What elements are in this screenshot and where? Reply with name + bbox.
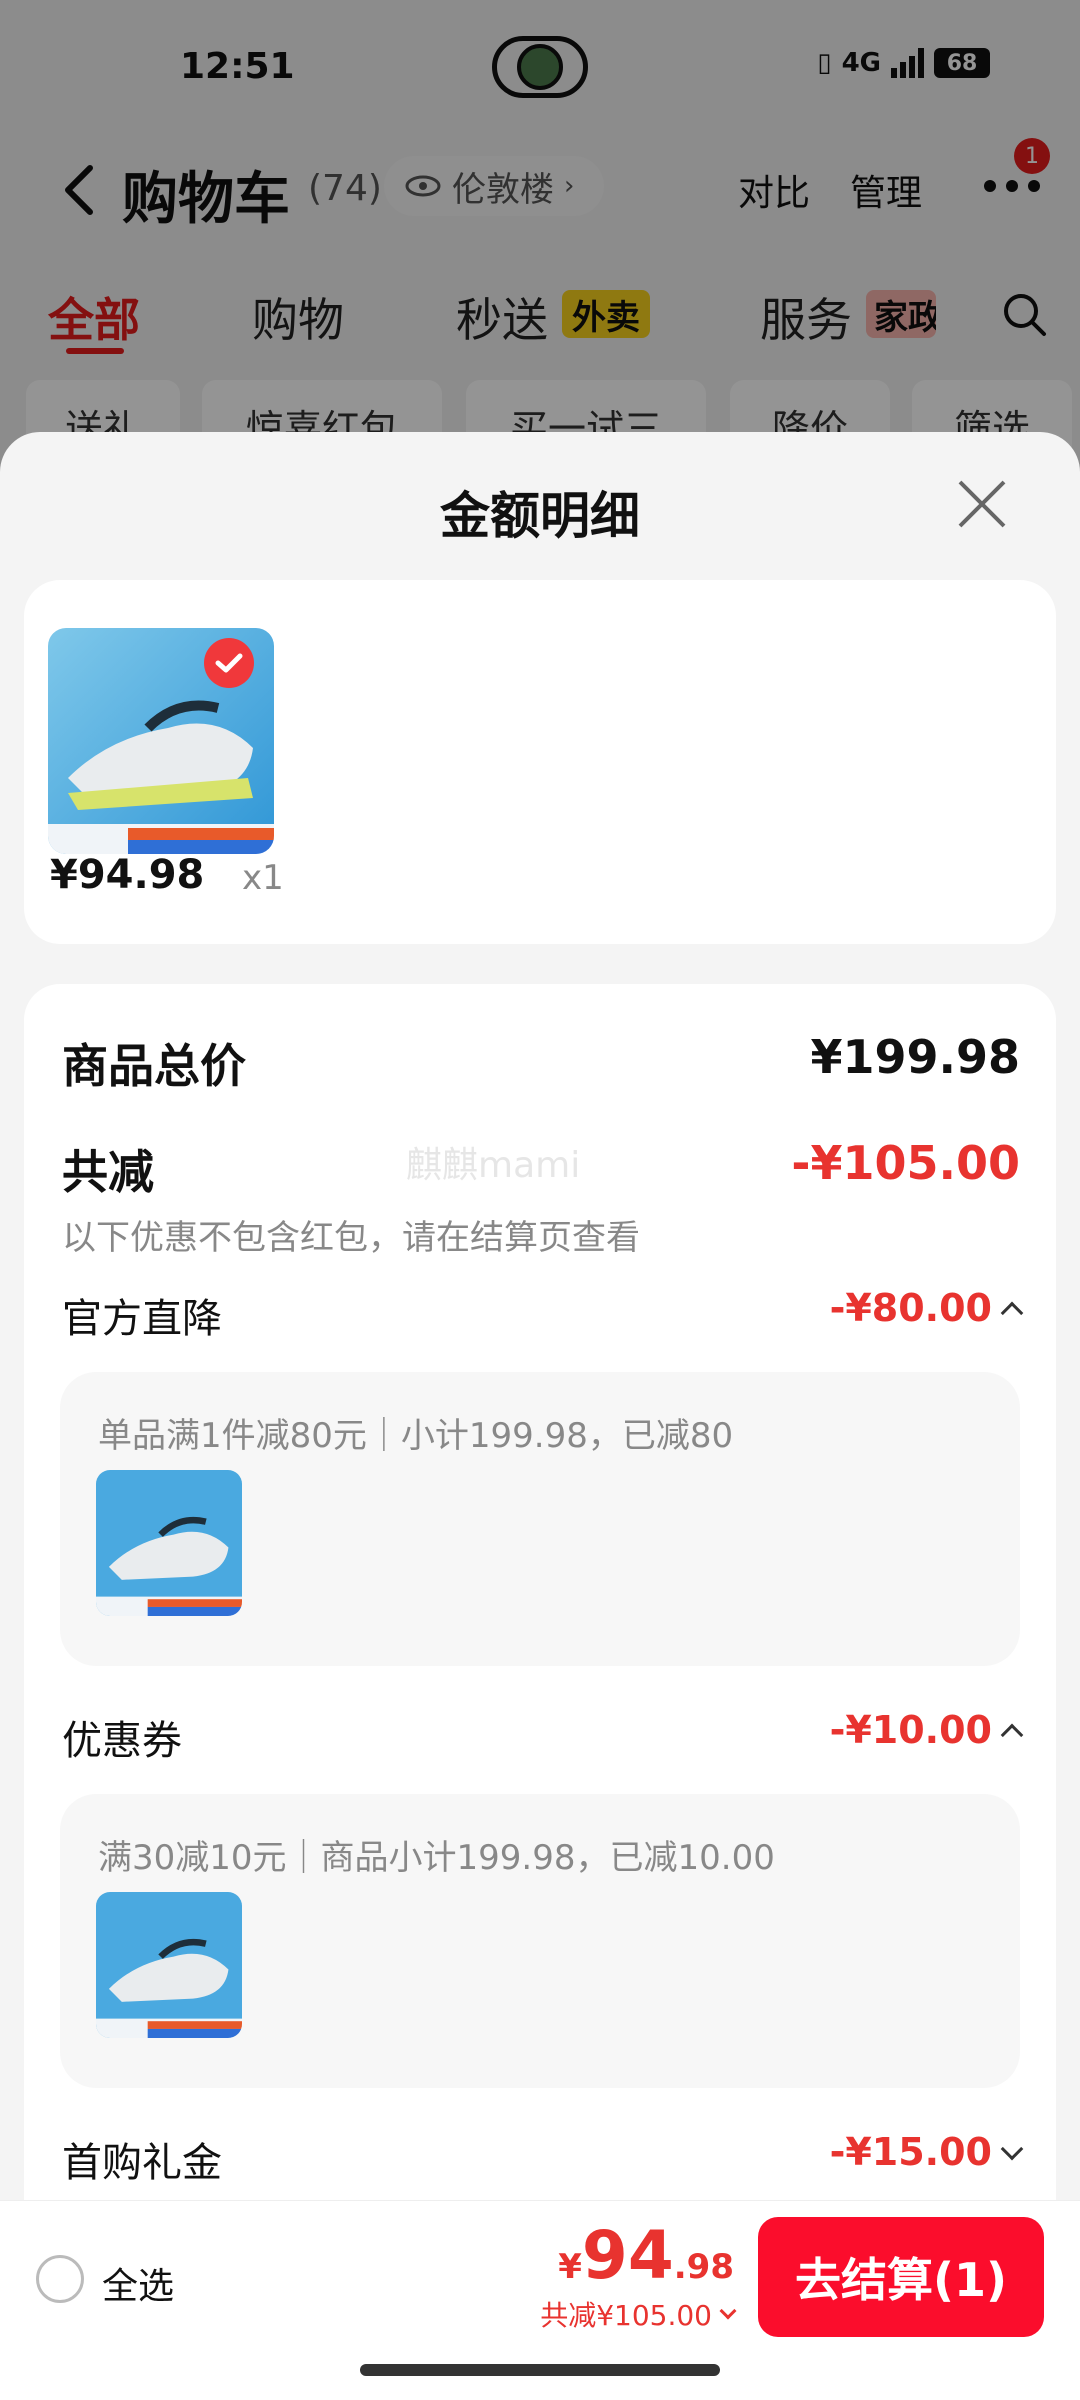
price-breakdown-card: 商品总价 ¥199.98 麒麒mami 共减 -¥105.00 以下优惠不包含红…: [24, 984, 1056, 2400]
coupon-toggle[interactable]: -¥10.00: [829, 1708, 1024, 1752]
total-saved-text: 共减¥105.00: [540, 2299, 712, 2332]
official-discount-text: 单品满1件减80元｜小计199.98，已减80: [98, 1416, 734, 1456]
total-reduction-value: -¥105.00: [791, 1136, 1020, 1190]
first-purchase-value: -¥15.00: [829, 2130, 992, 2174]
shoe-thumbnail: [96, 1892, 242, 2038]
coupon-value: -¥10.00: [829, 1708, 992, 1752]
select-all-label[interactable]: 全选: [102, 2257, 174, 2309]
coupon-label[interactable]: 优惠券: [62, 1708, 182, 1766]
chevron-up-icon: [1000, 1723, 1024, 1747]
close-icon[interactable]: [954, 476, 1010, 532]
checkout-button[interactable]: 去结算(1): [758, 2217, 1044, 2337]
total-price-label: 商品总价: [62, 1039, 246, 1093]
modal-backdrop[interactable]: [0, 0, 1080, 470]
amount-detail-sheet: 金额明细 ¥94.98 x1 商品总价 ¥199.98 麒麒mami 共减 -¥…: [0, 432, 1080, 2400]
official-discount-toggle[interactable]: -¥80.00: [829, 1286, 1024, 1330]
total-summary[interactable]: ¥94.98 共减¥105.00: [540, 2217, 737, 2334]
discount-note: 以下优惠不包含红包，请在结算页查看: [62, 1218, 640, 1258]
total-price-value: ¥199.98: [810, 1030, 1020, 1084]
sheet-title: 金额明细: [440, 487, 640, 545]
official-discount-label[interactable]: 官方直降: [62, 1286, 222, 1344]
chevron-down-icon: [719, 2302, 737, 2320]
price-decimal: .98: [673, 2247, 734, 2287]
product-quantity: x1: [242, 858, 284, 898]
official-discount-detail: 单品满1件减80元｜小计199.98，已减80: [60, 1372, 1020, 1666]
first-purchase-label[interactable]: 首购礼金: [62, 2130, 222, 2188]
selected-check-icon: [204, 638, 254, 688]
coupon-detail: 满30减10元｜商品小计199.98，已减10.00: [60, 1794, 1020, 2088]
watermark: 麒麒mami: [406, 1145, 581, 1186]
first-purchase-toggle[interactable]: -¥15.00: [829, 2130, 1024, 2174]
currency-symbol: ¥: [558, 2247, 582, 2287]
price-integer: 94: [581, 2217, 674, 2294]
chevron-up-icon: [1000, 1301, 1024, 1325]
total-saved: 共减¥105.00: [540, 2294, 737, 2334]
chevron-down-icon: [1000, 2137, 1024, 2161]
product-price: ¥94.98: [50, 852, 205, 898]
total-reduction-label: 共减: [62, 1145, 154, 1199]
select-all-radio[interactable]: [36, 2255, 84, 2303]
official-discount-value: -¥80.00: [829, 1286, 992, 1330]
product-card: ¥94.98 x1: [24, 580, 1056, 944]
home-indicator[interactable]: [360, 2364, 720, 2376]
coupon-text: 满30减10元｜商品小计199.98，已减10.00: [98, 1838, 775, 1878]
shoe-thumbnail: [96, 1470, 242, 1616]
total-price: ¥94.98: [540, 2217, 734, 2294]
